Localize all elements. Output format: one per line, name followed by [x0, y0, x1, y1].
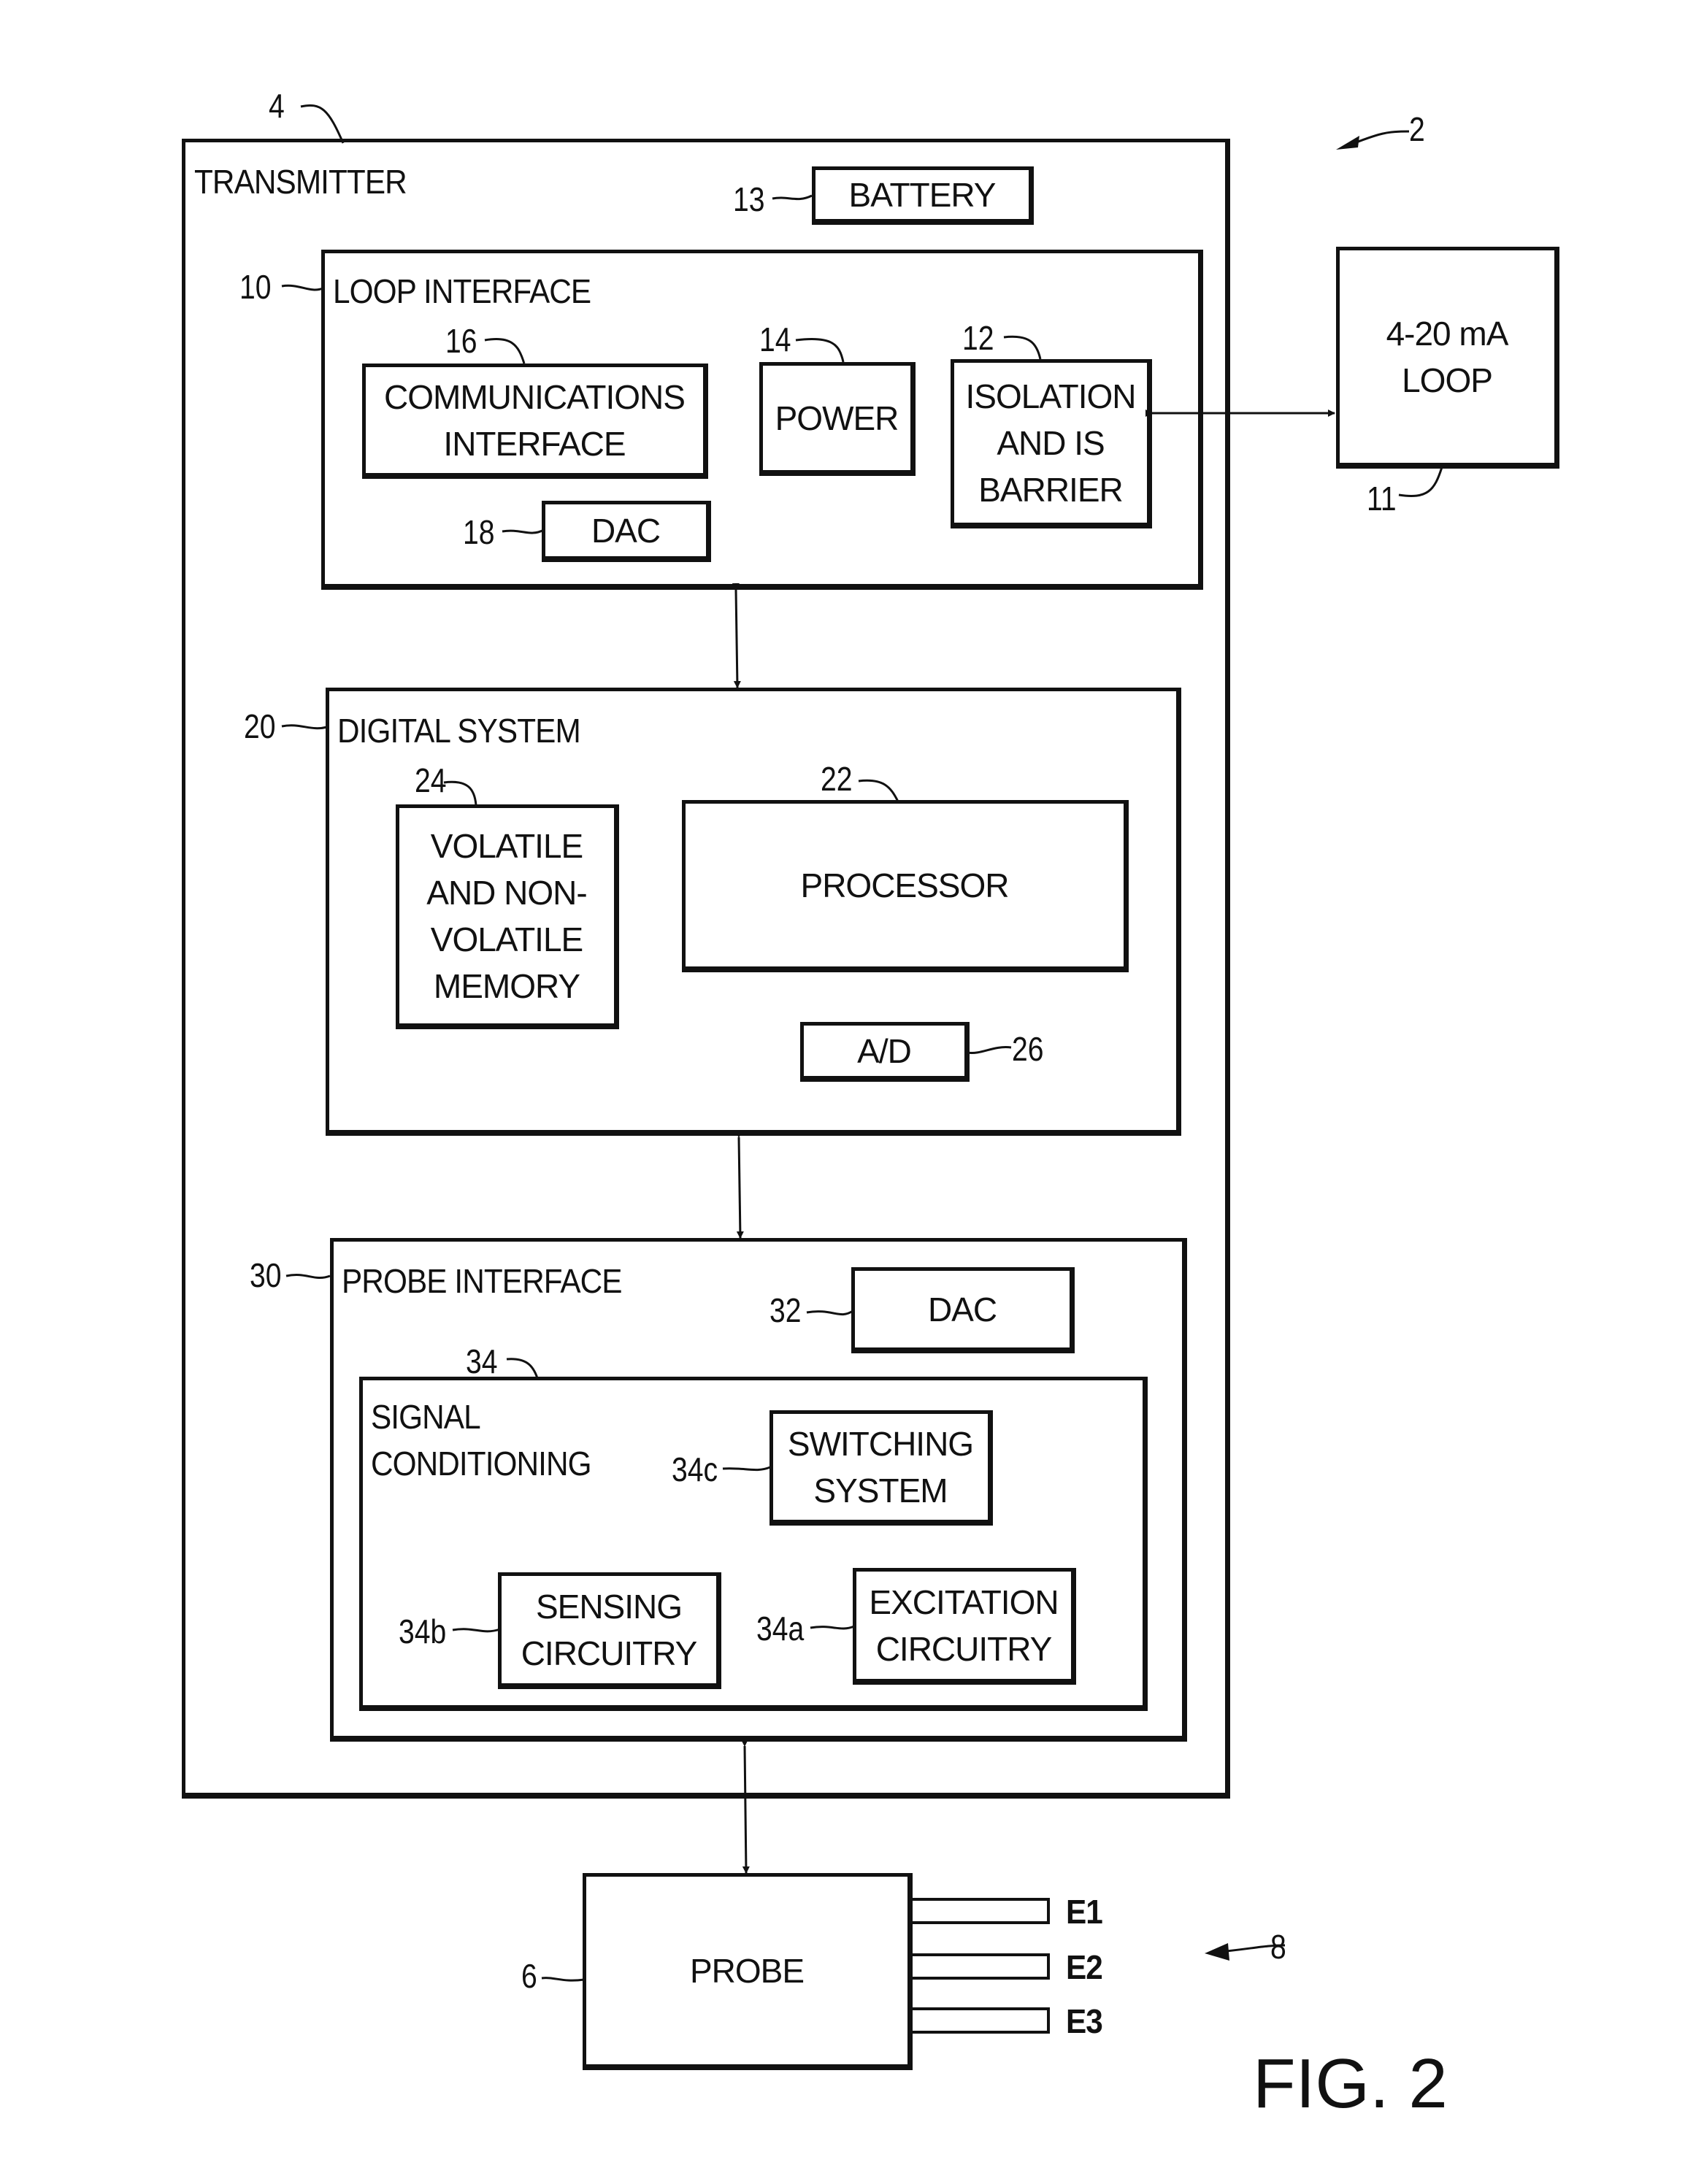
electrode-group-ref: 8 [1270, 1928, 1286, 1966]
leader-6 [541, 1977, 585, 1982]
loop-dac-block: DAC [542, 501, 711, 562]
digital-system-title: DIGITAL SYSTEM [337, 712, 581, 750]
memory-ref: 24 [415, 761, 447, 799]
arrowhead-2 [1336, 136, 1359, 150]
excitation-line2: CIRCUITRY [875, 1629, 1053, 1668]
memory-line1: VOLATILE [430, 826, 583, 865]
isolation-barrier-block: ISOLATION AND IS BARRIER [951, 359, 1152, 528]
loop-dac-label: DAC [591, 511, 661, 550]
loop-ref: 11 [1367, 480, 1397, 518]
loop-interface-title: LOOP INTERFACE [333, 272, 591, 310]
switching-system-block: SWITCHING SYSTEM [770, 1410, 993, 1526]
memory-block: VOLATILE AND NON- VOLATILE MEMORY [396, 804, 619, 1029]
arrowhead-8 [1205, 1943, 1229, 1961]
sensing-line2: CIRCUITRY [521, 1634, 698, 1672]
processor-label: PROCESSOR [800, 866, 1010, 904]
memory-line4: MEMORY [433, 966, 580, 1005]
loop-line2: LOOP [1402, 361, 1493, 399]
battery-label: BATTERY [848, 175, 997, 214]
sensing-ref: 34b [399, 1612, 447, 1650]
processor-ref: 22 [821, 760, 853, 798]
transmitter-title: TRANSMITTER [194, 163, 407, 201]
signal-conditioning-ref: 34 [466, 1342, 498, 1380]
memory-line3: VOLATILE [430, 920, 583, 958]
ad-converter-block: A/D [800, 1022, 970, 1082]
sensing-circuitry-block: SENSING CIRCUITRY [498, 1572, 721, 1689]
signal-conditioning-line2: CONDITIONING [371, 1445, 592, 1483]
isolation-ref: 12 [962, 319, 994, 357]
excitation-line1: EXCITATION [869, 1583, 1059, 1621]
probe-interface-title: PROBE INTERFACE [342, 1262, 623, 1300]
isolation-line3: BARRIER [978, 470, 1123, 509]
figure-label: FIG. 2 [1253, 2045, 1448, 2123]
communications-line2: INTERFACE [443, 424, 626, 463]
communications-ref: 16 [445, 322, 477, 360]
sensing-line1: SENSING [535, 1587, 683, 1626]
probe-dac-label: DAC [927, 1290, 997, 1329]
electrode-e3-label: E3 [1066, 2002, 1103, 2040]
electrode-e1-label: E1 [1066, 1893, 1103, 1931]
ad-ref: 26 [1012, 1030, 1044, 1068]
system-ref: 2 [1409, 110, 1425, 148]
loop-block: 4-20 mA LOOP [1336, 247, 1559, 469]
processor-block: PROCESSOR [682, 800, 1129, 972]
switching-line2: SYSTEM [813, 1471, 948, 1510]
power-ref: 14 [759, 320, 791, 358]
probe-dac-block: DAC [851, 1267, 1075, 1353]
electrode-e2-label: E2 [1066, 1948, 1103, 1986]
electrode-e1 [911, 1898, 1050, 1924]
communications-interface-block: COMMUNICATIONS INTERFACE [362, 364, 708, 479]
probe-interface-ref: 30 [250, 1256, 282, 1294]
probe-dac-ref: 32 [770, 1291, 802, 1329]
transmitter-ref: 4 [269, 87, 285, 125]
excitation-circuitry-block: EXCITATION CIRCUITRY [853, 1568, 1076, 1685]
electrode-e3 [911, 2007, 1050, 2034]
switching-ref: 34c [672, 1450, 718, 1488]
ad-label: A/D [857, 1031, 912, 1070]
switching-line1: SWITCHING [787, 1424, 974, 1463]
communications-line1: COMMUNICATIONS [384, 377, 686, 416]
probe-label: PROBE [689, 1951, 805, 1990]
battery-ref: 13 [733, 180, 765, 218]
electrode-e2 [911, 1953, 1050, 1980]
probe-block: PROBE [583, 1873, 913, 2070]
digital-system-ref: 20 [244, 707, 276, 745]
isolation-line2: AND IS [997, 423, 1105, 462]
leader-4 [300, 104, 345, 144]
excitation-ref: 34a [756, 1610, 805, 1647]
loop-interface-ref: 10 [239, 268, 272, 306]
loop-dac-ref: 18 [463, 513, 495, 551]
signal-conditioning-line1: SIGNAL [371, 1398, 481, 1436]
loop-line1: 4-20 mA [1386, 314, 1509, 353]
memory-line2: AND NON- [426, 873, 587, 912]
battery-block: BATTERY [812, 166, 1034, 225]
isolation-line1: ISOLATION [965, 377, 1137, 415]
probe-ref: 6 [521, 1957, 537, 1995]
power-label: POWER [775, 399, 899, 437]
leader-11 [1398, 466, 1443, 497]
power-block: POWER [759, 362, 916, 476]
